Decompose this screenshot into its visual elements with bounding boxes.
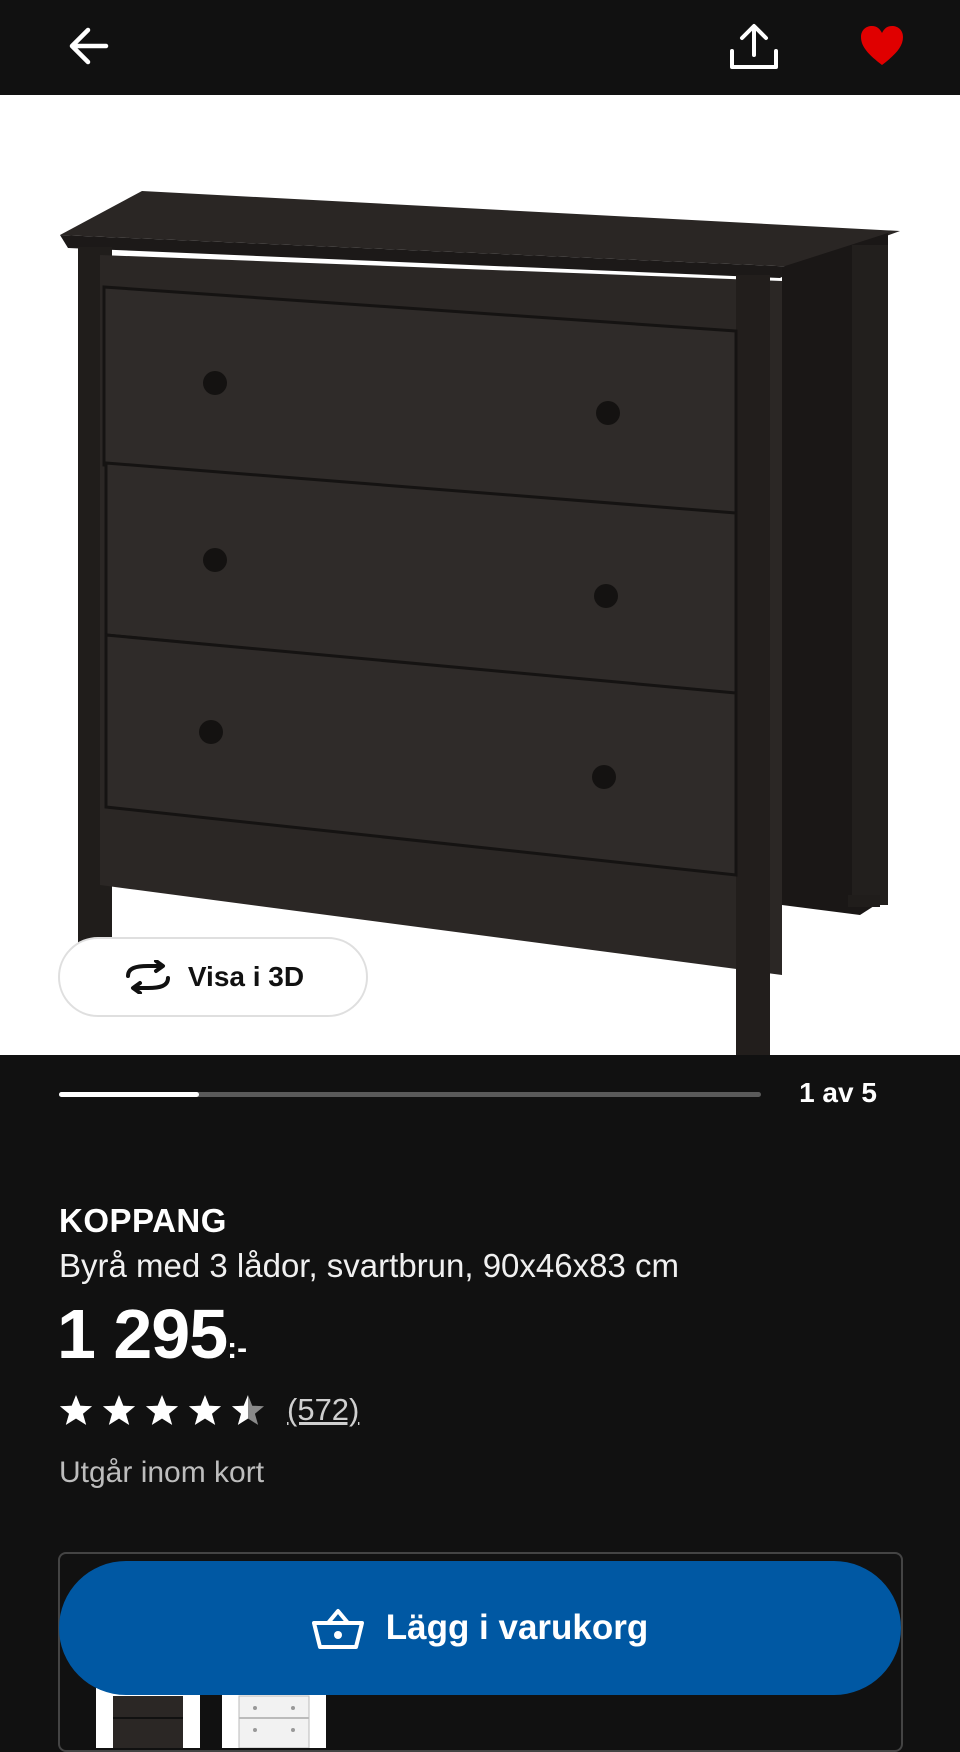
product-price: 1 295 :-	[57, 1298, 247, 1370]
rating-stars	[59, 1394, 265, 1426]
add-to-cart-label: Lägg i varukorg	[385, 1608, 649, 1647]
rotate-icon	[125, 960, 170, 994]
share-icon	[730, 24, 778, 69]
star-icon	[232, 1395, 264, 1425]
star-icon	[103, 1395, 135, 1425]
gallery-progress-bar	[59, 1092, 761, 1097]
view-3d-label: Visa i 3D	[187, 961, 305, 992]
variant-thumbnail[interactable]	[222, 1688, 326, 1748]
price-suffix: :-	[227, 1332, 248, 1365]
product-image	[60, 191, 900, 1055]
dresser-dark-icon	[113, 1696, 183, 1748]
product-description: Byrå med 3 lådor, svartbrun, 90x46x83 cm	[59, 1247, 679, 1284]
product-image-gallery[interactable]: Visa i 3D	[0, 95, 960, 1055]
add-to-cart-button[interactable]: Lägg i varukorg	[59, 1561, 901, 1695]
arrow-left-icon	[69, 27, 109, 65]
top-bar	[0, 0, 960, 95]
product-brand: KOPPANG	[59, 1202, 227, 1239]
share-button[interactable]	[722, 14, 786, 78]
star-icon	[189, 1395, 221, 1425]
view-3d-button[interactable]: Visa i 3D	[58, 937, 368, 1017]
product-rating[interactable]: (572)	[59, 1392, 359, 1428]
review-count-link[interactable]: (572)	[287, 1392, 359, 1428]
dresser-white-icon	[238, 1695, 310, 1748]
basket-icon	[311, 1609, 364, 1649]
price-amount: 1 295	[57, 1295, 228, 1373]
back-button[interactable]	[56, 14, 120, 78]
availability-status: Utgår inom kort	[59, 1456, 265, 1489]
heart-icon	[861, 26, 903, 65]
gallery-counter: 1 av 5	[799, 1077, 877, 1108]
favourite-button[interactable]	[850, 14, 914, 78]
star-icon	[60, 1395, 92, 1425]
gallery-progress-fill	[59, 1092, 200, 1097]
star-icon	[146, 1395, 178, 1425]
variant-thumbnail[interactable]	[96, 1688, 200, 1748]
